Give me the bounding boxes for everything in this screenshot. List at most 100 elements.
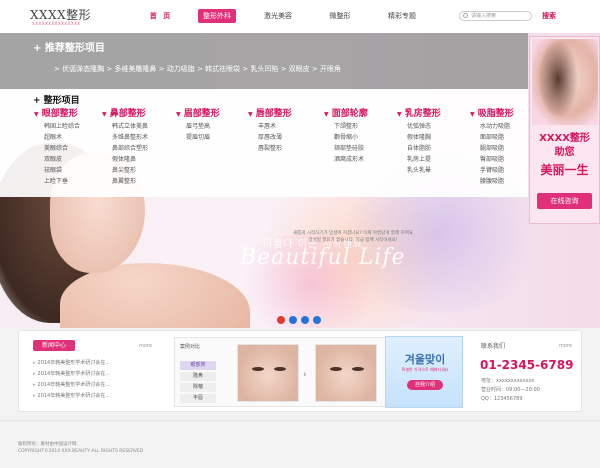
menu-item[interactable]: 鼻翼整形 bbox=[102, 176, 172, 187]
menu-column-breast: ▼ 乳房整形 优弧弹态 假体隆胸 自体脂肪 乳房上提 乳头乳晕 bbox=[397, 107, 467, 176]
menu-item[interactable]: 多维鼻整形术 bbox=[102, 132, 172, 143]
menu-item[interactable]: 眉弓垫高 bbox=[176, 121, 246, 132]
case-category[interactable]: 丰唇 bbox=[180, 394, 216, 403]
slider-dot[interactable] bbox=[277, 316, 285, 324]
news-center-tab[interactable]: 新闻中心 bbox=[33, 340, 75, 351]
winter-promo-card[interactable]: 겨울맞이 특별한 가격으로 예뻐지세요 自我介绍 bbox=[385, 336, 463, 408]
chevron-down-icon: ▼ bbox=[397, 111, 402, 118]
contact-more-link[interactable]: more bbox=[559, 343, 572, 349]
online-consult-button[interactable]: 在线咨询 bbox=[537, 193, 592, 209]
menu-item[interactable]: 乳房上提 bbox=[397, 154, 467, 165]
side-advertisement: XXXX整形 助您 美丽一生 在线咨询 bbox=[529, 36, 600, 224]
contact-address: 地址：xxxxxxxxxxxxx bbox=[481, 378, 535, 384]
menu-item[interactable]: 超眼术 bbox=[34, 132, 104, 143]
news-item[interactable]: ▸ 2014年韩美整形学术研讨会在... bbox=[33, 359, 151, 366]
chevron-down-icon: ▼ bbox=[470, 111, 475, 118]
promo-card-subtitle: 특별한 가격으로 예뻐지세요 bbox=[401, 367, 449, 372]
search-icon bbox=[463, 13, 468, 18]
menu-item[interactable]: 提眉切眉 bbox=[176, 132, 246, 143]
menu-column-title[interactable]: ▼ 乳房整形 bbox=[397, 107, 467, 121]
case-category[interactable]: 眼部类 bbox=[180, 361, 216, 370]
menu-item[interactable]: 韩式立体美鼻 bbox=[102, 121, 172, 132]
recommended-title: + 推荐整形项目 bbox=[33, 43, 105, 54]
contact-hours: 营业时间：09:00—20:00 bbox=[481, 387, 540, 393]
chevron-down-icon: ▼ bbox=[102, 111, 107, 118]
menu-column-title[interactable]: ▼ 眼部整形 bbox=[34, 107, 104, 121]
arrow-right-icon: › bbox=[303, 370, 307, 380]
menu-item[interactable]: 厚唇改薄 bbox=[248, 132, 318, 143]
banner-copy-line: 망설일 필요가 없습니다. 지금 함께 시작하세요! bbox=[308, 238, 398, 243]
menu-item[interactable]: 美眼综合 bbox=[34, 143, 104, 154]
menu-item[interactable]: 下颌整形 bbox=[324, 121, 394, 132]
menu-item[interactable]: 假体隆鼻 bbox=[102, 154, 172, 165]
contact-qq: QQ：123456789 bbox=[481, 396, 523, 402]
menu-item[interactable]: 韩国上睑综合 bbox=[34, 121, 104, 132]
nav-micro-plastic[interactable]: 微整形 bbox=[325, 9, 355, 23]
chevron-down-icon: ▼ bbox=[34, 111, 39, 118]
menu-column-lip: ▼ 唇部整形 丰唇术 厚唇改薄 唇裂整形 bbox=[248, 107, 318, 154]
bullet-icon: ▸ bbox=[33, 360, 36, 366]
menu-item[interactable]: 唇裂整形 bbox=[248, 143, 318, 154]
bottom-section: 新闻中心 more ▸ 2014年韩美整形学术研讨会在... ▸ 2014年韩美整形… bbox=[18, 330, 582, 412]
promo-card-title: 겨울맞이 bbox=[404, 353, 446, 366]
site-footer: 版权所有：素材由中国设计网 COPYRIGHT©2014 XXX.BEAUTY … bbox=[0, 420, 600, 468]
menu-item[interactable]: 假体隆胸 bbox=[397, 132, 467, 143]
before-image bbox=[237, 344, 299, 402]
menu-column-title[interactable]: ▼ 鼻部整形 bbox=[102, 107, 172, 121]
menu-item[interactable]: 双眼皮 bbox=[34, 154, 104, 165]
menu-column-face: ▼ 面部轮廓 下颌整形 颧骨缩小 颏部垫硅胶 酒窝成形术 bbox=[324, 107, 394, 165]
after-image bbox=[315, 344, 377, 402]
bullet-icon: ▸ bbox=[33, 371, 36, 377]
menu-item[interactable]: 上睑下垂 bbox=[34, 176, 104, 187]
menu-column-title[interactable]: ▼ 眉部整形 bbox=[176, 107, 246, 121]
menu-column-nose: ▼ 鼻部整形 韩式立体美鼻 多维鼻整形术 鼻部综合塑形 假体隆鼻 鼻尖整形 鼻翼… bbox=[102, 107, 172, 187]
menu-column-title[interactable]: ▼ 唇部整形 bbox=[248, 107, 318, 121]
chevron-down-icon: ▼ bbox=[176, 111, 181, 118]
side-ad-brand: XXXX整形 bbox=[539, 133, 590, 144]
case-category[interactable]: 隆鼻 bbox=[180, 372, 216, 381]
case-comparison: 案例对比 眼部类 隆鼻 除皱 丰唇 › bbox=[174, 337, 386, 407]
menu-item[interactable]: 颏部垫硅胶 bbox=[324, 143, 394, 154]
menu-item[interactable]: 颧骨缩小 bbox=[324, 132, 394, 143]
menu-column-title[interactable]: ▼ 面部轮廓 bbox=[324, 107, 394, 121]
menu-item[interactable]: 酒窝成形术 bbox=[324, 154, 394, 165]
bullet-icon: ▸ bbox=[33, 393, 36, 399]
nav-laser-beauty[interactable]: 激光美容 bbox=[259, 9, 297, 23]
menu-item[interactable]: 丰唇术 bbox=[248, 121, 318, 132]
nav-home[interactable]: 首 页 bbox=[145, 9, 177, 23]
recommended-projects-panel: + 推荐整形项目 > 优弧弹态隆胸 > 多维美雕隆鼻 > 动力吸脂 > 韩式祛眼… bbox=[0, 33, 528, 89]
contact-title: 联系我们 bbox=[481, 343, 506, 350]
case-category[interactable]: 除皱 bbox=[180, 383, 216, 392]
news-item[interactable]: ▸ 2014年韩美整形学术研讨会在... bbox=[33, 381, 151, 388]
menu-item[interactable]: 鼻部综合塑形 bbox=[102, 143, 172, 154]
menu-item[interactable]: 鼻尖整形 bbox=[102, 165, 172, 176]
menu-item[interactable]: 自体脂肪 bbox=[397, 143, 467, 154]
footer-copyright: 版权所有：素材由中国设计网 bbox=[18, 442, 77, 447]
slider-dot[interactable] bbox=[301, 316, 309, 324]
search-placeholder: 请输入搜索 bbox=[471, 13, 497, 19]
projects-menu-panel: + 整形项目 ▼ 眼部整形 韩国上睑综合 超眼术 美眼综合 双眼皮 祛眼袋 上睑… bbox=[0, 89, 528, 197]
bullet-icon: ▸ bbox=[33, 382, 36, 388]
slider-dot[interactable] bbox=[313, 316, 321, 324]
site-header: XXXX整形 XXXXXXXXXXXXXXX 首 页 整形外科 激光美容 微整形… bbox=[0, 0, 600, 33]
recommended-links[interactable]: > 优弧弹态隆胸 > 多维美雕隆鼻 > 动力吸脂 > 韩式祛眼袋 > 乳头凹陷 … bbox=[54, 64, 341, 74]
nav-plastic-surgery[interactable]: 整形外科 bbox=[198, 9, 236, 23]
news-more-link[interactable]: more bbox=[139, 343, 152, 349]
menu-item[interactable]: 优弧弹态 bbox=[397, 121, 467, 132]
news-item[interactable]: ▸ 2014年韩美整形学术研讨会在... bbox=[33, 392, 151, 399]
projects-menu-title: + 整形项目 bbox=[33, 96, 80, 106]
slider-dot[interactable] bbox=[289, 316, 297, 324]
news-item[interactable]: ▸ 2014年韩美整形学术研讨会在... bbox=[33, 370, 151, 377]
case-title: 案例对比 bbox=[180, 344, 201, 350]
phone-number: 01-2345-6789 bbox=[480, 358, 574, 372]
side-ad-slogan: 美丽一生 bbox=[540, 163, 589, 177]
search-button[interactable]: 搜索 bbox=[537, 10, 561, 22]
search-input[interactable]: 请输入搜索 bbox=[459, 11, 532, 21]
menu-item[interactable]: 祛眼袋 bbox=[34, 165, 104, 176]
promo-card-button[interactable]: 自我介绍 bbox=[407, 380, 443, 390]
menu-item[interactable]: 乳头乳晕 bbox=[397, 165, 467, 176]
nav-special-topics[interactable]: 精彩专题 bbox=[383, 9, 421, 23]
banner-script-title: Beautiful Life bbox=[240, 245, 406, 270]
menu-column-brow: ▼ 眉部整形 眉弓垫高 提眉切眉 bbox=[176, 107, 246, 143]
menu-column-eye: ▼ 眼部整形 韩国上睑综合 超眼术 美眼综合 双眼皮 祛眼袋 上睑下垂 bbox=[34, 107, 104, 187]
